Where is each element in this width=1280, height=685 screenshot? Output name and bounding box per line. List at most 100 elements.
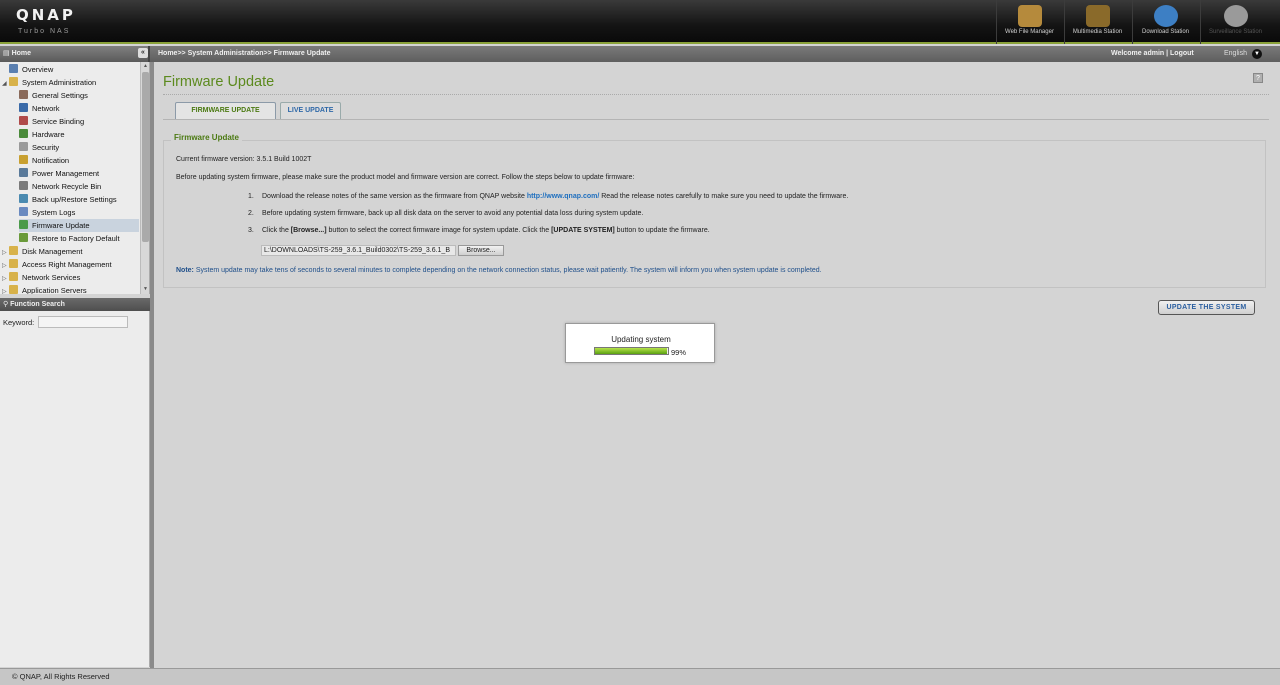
sidebar-scrollbar[interactable]: ▲ ▼ <box>140 62 149 294</box>
welcome-logout-link[interactable]: Welcome admin | Logout <box>1111 50 1194 57</box>
main-content: Firmware Update ? FIRMWARE UPDATE LIVE U… <box>154 62 1280 668</box>
help-icon[interactable]: ? <box>1253 73 1263 83</box>
settings-item-icon <box>19 233 28 242</box>
sidebar-item-label: Hardware <box>32 130 65 139</box>
sidebar-item-power-management[interactable]: Power Management <box>19 167 139 180</box>
update-system-button[interactable]: UPDATE THE SYSTEM <box>1158 300 1255 315</box>
sidebar-item-label: Notification <box>32 156 70 165</box>
note-label: Note: <box>176 267 194 274</box>
folder-icon <box>9 272 18 281</box>
sidebar-item-network-services[interactable]: ▷ Network Services <box>2 271 139 284</box>
footer: © QNAP, All Rights Reserved <box>0 668 1280 685</box>
download-station-link[interactable]: Download Station <box>1132 0 1198 44</box>
sidebar-item-network-recycle-bin[interactable]: Network Recycle Bin <box>19 180 139 193</box>
folder-icon <box>9 259 18 268</box>
sidebar-item-restore-to-factory-default[interactable]: Restore to Factory Default <box>19 232 139 245</box>
step-2-number: 2. <box>248 210 254 217</box>
sidebar-item-label: Overview <box>22 65 54 74</box>
sidebar-item-access-right-management[interactable]: ▷ Access Right Management <box>2 258 139 271</box>
qnap-website-link[interactable]: http://www.qnap.com/ <box>527 193 599 200</box>
sidebar-tree: Overview ◢ System Administration General Se… <box>0 62 150 294</box>
sidebar-item-system-logs[interactable]: System Logs <box>19 206 139 219</box>
step-1-post: Read the release notes carefully to make… <box>599 193 849 200</box>
sidebar-item-network[interactable]: Network <box>19 102 139 115</box>
sidebar-item-system-administration[interactable]: ◢ System Administration <box>2 76 139 89</box>
folder-icon <box>9 77 18 86</box>
firmware-file-input[interactable]: L:\DOWNLOADS\TS-259_3.6.1_Build0302\TS-2… <box>261 245 456 256</box>
step-3-number: 3. <box>248 227 254 234</box>
function-search-header: ⚲ Function Search <box>0 298 150 311</box>
sidebar-item-security[interactable]: Security <box>19 141 139 154</box>
browse-button[interactable]: Browse... <box>458 245 504 256</box>
keyword-label: Keyword: <box>3 318 35 327</box>
sidebar-item-label: Power Management <box>32 169 100 178</box>
settings-item-icon <box>19 181 28 190</box>
expander-icon[interactable]: ▷ <box>2 286 8 294</box>
settings-item-icon <box>19 116 28 125</box>
settings-item-icon <box>19 142 28 151</box>
language-selector[interactable]: English <box>1224 50 1247 57</box>
surveillance-station-link[interactable]: Surveillance Station <box>1200 0 1270 44</box>
sidebar-item-application-servers[interactable]: ▷ Application Servers <box>2 284 139 294</box>
breadcrumb: Home>> System Administration>> Firmware … <box>158 50 331 57</box>
step-3-pre: Click the <box>262 227 291 234</box>
step-1-text: Download the release notes of the same v… <box>262 193 848 200</box>
expander-icon[interactable]: ◢ <box>2 78 8 91</box>
sidebar-item-back-up-restore-settings[interactable]: Back up/Restore Settings <box>19 193 139 206</box>
step-3-update-ref: [UPDATE SYSTEM] <box>551 227 615 234</box>
step-3-mid: button to select the correct firmware im… <box>326 227 552 234</box>
app-label: Surveillance Station <box>1208 29 1263 35</box>
sidebar-item-label: Security <box>32 143 60 152</box>
progress-bar <box>594 347 669 355</box>
tab-firmware-update[interactable]: FIRMWARE UPDATE <box>175 102 276 119</box>
app-label: Multimedia Station <box>1072 29 1123 35</box>
sidebar-item-label: Service Binding <box>32 117 85 126</box>
sidebar-item-label: Network <box>32 104 60 113</box>
page-title: Firmware Update <box>163 74 275 90</box>
keyword-input[interactable] <box>38 316 128 328</box>
sidebar-item-overview[interactable]: Overview <box>2 63 139 76</box>
step-3-text: Click the [Browse...] button to select t… <box>262 227 710 234</box>
sidebar-item-service-binding[interactable]: Service Binding <box>19 115 139 128</box>
progress-dialog: Updating system 99% <box>565 323 715 363</box>
progress-percent: 99% <box>671 348 687 357</box>
qnap-logo: QNAP <box>16 6 76 24</box>
settings-item-icon <box>19 103 28 112</box>
chevron-down-icon[interactable]: ▼ <box>1252 49 1262 59</box>
logo-subtitle: Turbo NAS <box>18 28 71 35</box>
sidebar-item-general-settings[interactable]: General Settings <box>19 89 139 102</box>
step-3-post: button to update the firmware. <box>614 227 710 234</box>
settings-item-icon <box>19 220 28 229</box>
step-3-browse-ref: [Browse...] <box>290 227 327 234</box>
scroll-up-icon[interactable]: ▲ <box>141 62 149 71</box>
folder-icon <box>9 246 18 255</box>
sidebar-item-hardware[interactable]: Hardware <box>19 128 139 141</box>
sidebar-item-disk-management[interactable]: ▷ Disk Management <box>2 245 139 258</box>
home-icon: ▤ <box>3 50 10 57</box>
current-version-value: 3.5.1 Build 1002T <box>256 156 312 163</box>
current-version-row: Current firmware version: 3.5.1 Build 10… <box>176 156 311 163</box>
film-clapper-icon <box>1085 5 1110 27</box>
settings-item-icon <box>19 129 28 138</box>
top-header: QNAP Turbo NAS Web File Manager Multimed… <box>0 0 1280 44</box>
sidebar-item-label: System Administration <box>22 78 97 87</box>
tab-live-update[interactable]: LIVE UPDATE <box>280 102 341 119</box>
sidebar-item-firmware-update[interactable]: Firmware Update <box>19 219 139 232</box>
search-icon: ⚲ <box>3 301 9 308</box>
home-label: Home <box>11 50 32 57</box>
sidebar-item-label: Access Right Management <box>22 260 112 269</box>
sidebar-item-notification[interactable]: Notification <box>19 154 139 167</box>
multimedia-station-link[interactable]: Multimedia Station <box>1064 0 1130 44</box>
scroll-thumb[interactable] <box>142 72 149 242</box>
home-panel-tab[interactable]: ▤ Home « <box>0 46 150 62</box>
scroll-down-icon[interactable]: ▼ <box>141 285 149 294</box>
settings-item-icon <box>19 207 28 216</box>
camera-dome-icon <box>1223 5 1248 27</box>
step-1-number: 1. <box>248 193 254 200</box>
web-file-manager-link[interactable]: Web File Manager <box>996 0 1062 44</box>
settings-item-icon <box>19 194 28 203</box>
sidebar-item-label: Network Recycle Bin <box>32 182 102 191</box>
collapse-icon[interactable]: « <box>138 48 148 58</box>
function-search-panel: Keyword: <box>0 311 150 667</box>
sidebar-item-label: General Settings <box>32 91 88 100</box>
